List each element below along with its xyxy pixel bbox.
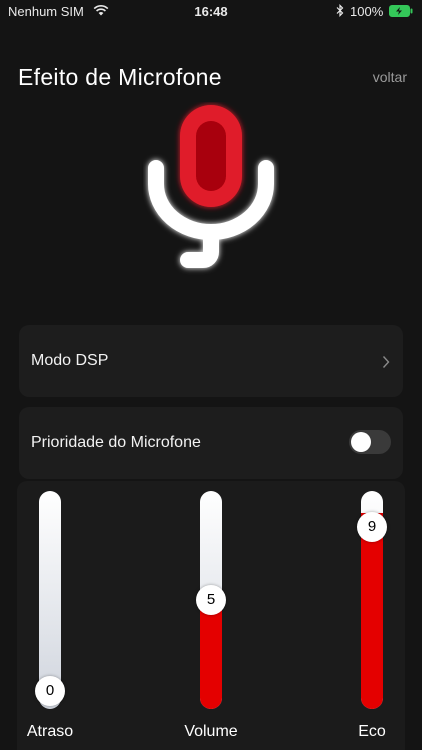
battery-icon	[389, 5, 413, 17]
dsp-mode-label: Modo DSP	[31, 352, 109, 369]
slider-delay: 0 Atraso	[10, 481, 90, 750]
battery-percent: 100%	[350, 4, 384, 19]
mic-priority-toggle[interactable]	[349, 430, 391, 454]
slider-panel: 0 Atraso 5 Volume 9 Eco	[17, 481, 405, 750]
page-title: Efeito de Microfone	[18, 64, 222, 90]
status-bar: Nenhum SIM 16:48 100%	[0, 0, 422, 24]
mic-priority-row: Prioridade do Microfone	[19, 407, 403, 479]
dsp-mode-row[interactable]: Modo DSP	[19, 325, 403, 397]
mic-priority-label: Prioridade do Microfone	[31, 434, 201, 451]
toggle-knob	[351, 432, 371, 452]
microphone-icon	[148, 105, 274, 268]
screen: Nenhum SIM 16:48 100% Efeito de Microfon…	[0, 0, 422, 750]
volume-fill	[200, 600, 222, 709]
bluetooth-icon	[336, 4, 344, 17]
chevron-right-icon	[382, 356, 390, 368]
delay-label: Atraso	[26, 723, 74, 740]
volume-label: Volume	[184, 723, 238, 740]
slider-volume: 5 Volume	[171, 481, 251, 750]
volume-thumb[interactable]: 5	[196, 585, 226, 615]
echo-thumb[interactable]: 9	[357, 512, 387, 543]
back-button[interactable]: voltar	[373, 69, 407, 85]
echo-fill	[361, 512, 383, 709]
delay-thumb[interactable]: 0	[35, 676, 65, 706]
slider-echo: 9 Eco	[332, 481, 412, 750]
echo-label: Eco	[358, 723, 386, 740]
